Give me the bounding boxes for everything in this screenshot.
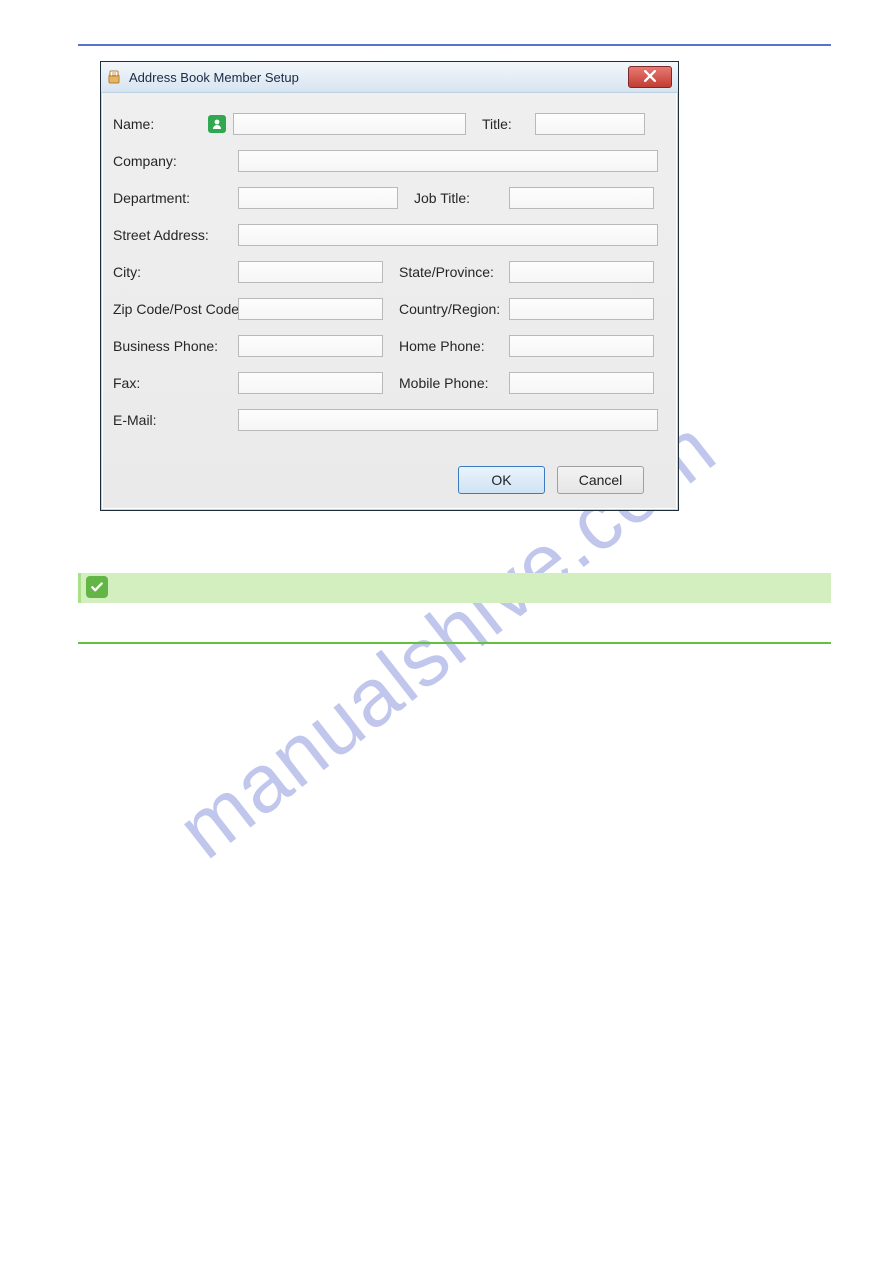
tip-bar — [78, 573, 831, 603]
name-field[interactable] — [233, 113, 466, 135]
dialog-button-row: OK Cancel — [458, 466, 644, 494]
dialog-titlebar: Address Book Member Setup — [101, 62, 678, 93]
label-business-phone: Business Phone: — [113, 338, 238, 354]
label-email: E-Mail: — [113, 412, 238, 428]
zip-field[interactable] — [238, 298, 383, 320]
country-field[interactable] — [509, 298, 654, 320]
close-button[interactable] — [628, 66, 672, 88]
title-field[interactable] — [535, 113, 645, 135]
page-top-rule — [78, 44, 831, 46]
label-zip: Zip Code/Post Code: — [113, 301, 238, 317]
fax-field[interactable] — [238, 372, 383, 394]
street-field[interactable] — [238, 224, 658, 246]
address-book-dialog: Address Book Member Setup Name: Title: C… — [100, 61, 679, 511]
label-job-title: Job Title: — [414, 190, 509, 206]
cancel-button-label: Cancel — [579, 472, 623, 488]
home-phone-field[interactable] — [509, 335, 654, 357]
email-field[interactable] — [238, 409, 658, 431]
green-rule — [78, 642, 831, 644]
state-field[interactable] — [509, 261, 654, 283]
checkmark-icon — [86, 576, 108, 598]
business-phone-field[interactable] — [238, 335, 383, 357]
label-mobile-phone: Mobile Phone: — [399, 375, 509, 391]
cancel-button[interactable]: Cancel — [557, 466, 644, 494]
label-name: Name: — [113, 116, 208, 132]
dialog-client-area: Name: Title: Company: Department: Job Ti… — [103, 93, 676, 508]
company-field[interactable] — [238, 150, 658, 172]
label-state: State/Province: — [399, 264, 509, 280]
ok-button[interactable]: OK — [458, 466, 545, 494]
label-home-phone: Home Phone: — [399, 338, 509, 354]
label-fax: Fax: — [113, 375, 238, 391]
ok-button-label: OK — [491, 472, 511, 488]
label-city: City: — [113, 264, 238, 280]
dialog-title: Address Book Member Setup — [129, 70, 299, 85]
address-book-icon — [107, 69, 123, 85]
person-icon[interactable] — [208, 115, 226, 133]
city-field[interactable] — [238, 261, 383, 283]
department-field[interactable] — [238, 187, 398, 209]
job-title-field[interactable] — [509, 187, 654, 209]
label-country: Country/Region: — [399, 301, 509, 317]
label-department: Department: — [113, 190, 238, 206]
label-street: Street Address: — [113, 227, 238, 243]
close-icon — [644, 69, 656, 85]
label-company: Company: — [113, 153, 238, 169]
label-title: Title: — [482, 116, 517, 132]
mobile-phone-field[interactable] — [509, 372, 654, 394]
